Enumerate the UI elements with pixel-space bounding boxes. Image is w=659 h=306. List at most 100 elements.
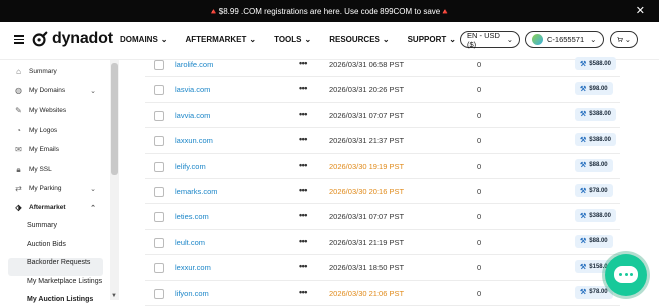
price-badge[interactable]: ⚒ $388.00	[575, 107, 616, 121]
sidebar-item-label: My Emails	[29, 146, 59, 153]
bid-count: 0	[477, 187, 482, 196]
sidebar-sub-marketplace-listings[interactable]: My Marketplace Listings	[27, 278, 102, 285]
sidebar-item-label: Summary	[29, 68, 57, 75]
sidebar-sub-auction-bids[interactable]: Auction Bids	[27, 241, 66, 248]
row-checkbox[interactable]	[154, 161, 164, 172]
mail-icon: ✉	[15, 145, 22, 154]
gavel-icon: ⚒	[580, 212, 587, 220]
avatar	[532, 34, 543, 45]
tag-icon: ⬗	[15, 203, 22, 212]
cart-button[interactable]: ⌄	[610, 31, 638, 48]
more-icon[interactable]: •••	[299, 58, 307, 68]
menu-aftermarket[interactable]: AFTERMARKET ⌄	[185, 35, 256, 44]
chevron-down-icon: ⌄	[506, 35, 513, 44]
domain-link[interactable]: lifyon.com	[175, 289, 209, 298]
price-value: $588.00	[589, 60, 611, 67]
domain-link[interactable]: lemarks.com	[175, 187, 218, 196]
sidebar-item-my-ssl[interactable]: 🔒︎ My SSL	[14, 165, 106, 174]
sidebar-sub-backorder-requests[interactable]: Backorder Requests	[27, 259, 90, 266]
menu-support[interactable]: SUPPORT ⌄	[408, 35, 456, 44]
domain-link[interactable]: larolife.com	[175, 60, 213, 69]
price-badge[interactable]: ⚒ $78.00	[575, 285, 613, 299]
more-icon[interactable]: •••	[299, 134, 307, 144]
menu-resources[interactable]: RESOURCES ⌄	[329, 35, 389, 44]
cart-icon	[617, 37, 623, 42]
row-checkbox[interactable]	[154, 187, 164, 197]
more-icon[interactable]: •••	[299, 83, 307, 93]
price-badge[interactable]: ⚒ $88.00	[575, 158, 613, 172]
domain-link[interactable]: lexxur.com	[175, 263, 211, 272]
sidebar-item-my-websites[interactable]: ✎ My Websites	[14, 106, 106, 115]
brush-icon: ✎	[15, 106, 22, 115]
account-menu[interactable]: C-1655571 ⌄	[525, 31, 604, 48]
menu-domains[interactable]: DOMAINS ⌄	[120, 35, 167, 44]
domain-link[interactable]: lelify.com	[175, 162, 206, 171]
sidebar-item-label: Aftermarket	[29, 204, 66, 211]
row-checkbox[interactable]	[154, 60, 164, 70]
more-icon[interactable]: •••	[299, 109, 307, 119]
menu-resources-label: RESOURCES	[329, 35, 380, 44]
row-checkbox[interactable]	[154, 237, 164, 248]
table-row: lelify.com ••• 2026/03/30 19:19 PST 0 ⚒ $88.0…	[145, 154, 620, 179]
end-date: 2026/03/31 21:37 PST	[329, 136, 405, 146]
sidebar-item-aftermarket[interactable]: ⬗ Aftermarket ⌃	[14, 203, 106, 212]
gavel-icon: ⚒	[580, 289, 587, 297]
sidebar-item-my-domains[interactable]: ◍ My Domains ⌄	[14, 86, 106, 95]
price-badge[interactable]: ⚒ $388.00	[575, 133, 616, 147]
chat-button[interactable]	[605, 254, 647, 296]
domain-link[interactable]: leties.com	[175, 212, 209, 221]
chevron-down-icon: ⌄	[304, 35, 312, 44]
more-icon[interactable]: •••	[299, 185, 307, 195]
sidebar-item-summary[interactable]: ⌂ Summary	[14, 67, 106, 76]
domain-link[interactable]: leult.com	[175, 238, 205, 247]
sidebar-scrollbar[interactable]: ▼	[110, 60, 119, 300]
price-badge[interactable]: ⚒ $388.00	[575, 209, 616, 223]
more-icon[interactable]: •••	[299, 287, 307, 297]
end-date: 2026/03/31 18:50 PST	[329, 263, 405, 273]
sidebar-item-my-logos[interactable]: ◔ My Logos	[14, 126, 106, 135]
close-icon[interactable]: ✕	[636, 4, 645, 17]
sidebar-sub-summary[interactable]: Summary	[27, 222, 57, 229]
domain-link[interactable]: laxxun.com	[175, 136, 213, 145]
price-badge[interactable]: ⚒ $588.00	[575, 57, 616, 70]
gavel-icon: ⚒	[580, 85, 587, 93]
price-badge[interactable]: ⚒ $88.00	[575, 234, 613, 248]
bid-count: 0	[477, 136, 482, 146]
table-row: larolife.com ••• 2026/03/31 06:58 PST 0 ⚒ $58…	[145, 52, 620, 78]
more-icon[interactable]: •••	[299, 236, 307, 246]
row-checkbox[interactable]	[154, 85, 164, 96]
sidebar-item-my-emails[interactable]: ✉ My Emails	[14, 145, 106, 154]
row-checkbox[interactable]	[154, 263, 164, 274]
price-value: $78.00	[589, 187, 608, 194]
row-checkbox[interactable]	[154, 110, 164, 121]
row-checkbox[interactable]	[154, 212, 164, 223]
scroll-down-arrow-icon[interactable]: ▼	[111, 293, 117, 299]
dynadot-logo-icon	[32, 31, 48, 47]
end-date: 2026/03/30 21:06 PST	[329, 288, 405, 298]
domain-link[interactable]: lasvia.com	[175, 85, 210, 94]
price-badge[interactable]: ⚒ $98.00	[575, 82, 613, 96]
menu-tools[interactable]: TOOLS ⌄	[274, 35, 311, 44]
table-row: lavvia.com ••• 2026/03/31 07:07 PST 0 ⚒ $388.…	[145, 103, 620, 129]
language-currency-selector[interactable]: EN - USD ($) ⌄	[460, 30, 520, 49]
lock-icon: 🔒︎	[16, 165, 21, 174]
gavel-icon: ⚒	[580, 187, 587, 195]
menu-tools-label: TOOLS	[274, 35, 302, 44]
domain-link[interactable]: lavvia.com	[175, 111, 210, 120]
more-icon[interactable]: •••	[299, 210, 307, 220]
bid-count: 0	[477, 237, 482, 247]
sidebar-item-my-parking[interactable]: ⇄ My Parking ⌄	[14, 184, 106, 193]
price-value: $98.00	[589, 85, 608, 92]
price-value: $388.00	[589, 111, 611, 118]
logo[interactable]: dynadot	[31, 30, 113, 48]
row-checkbox[interactable]	[154, 136, 164, 147]
end-date: 2026/03/31 06:58 PST	[329, 60, 405, 69]
hamburger-menu-icon[interactable]	[14, 35, 24, 46]
more-icon[interactable]: •••	[299, 261, 307, 271]
language-label: EN - USD ($)	[467, 30, 500, 49]
more-icon[interactable]: •••	[299, 160, 307, 170]
price-badge[interactable]: ⚒ $78.00	[575, 184, 613, 197]
scrollbar-thumb[interactable]	[111, 63, 118, 175]
row-checkbox[interactable]	[154, 288, 164, 299]
bid-count: 0	[477, 60, 482, 69]
